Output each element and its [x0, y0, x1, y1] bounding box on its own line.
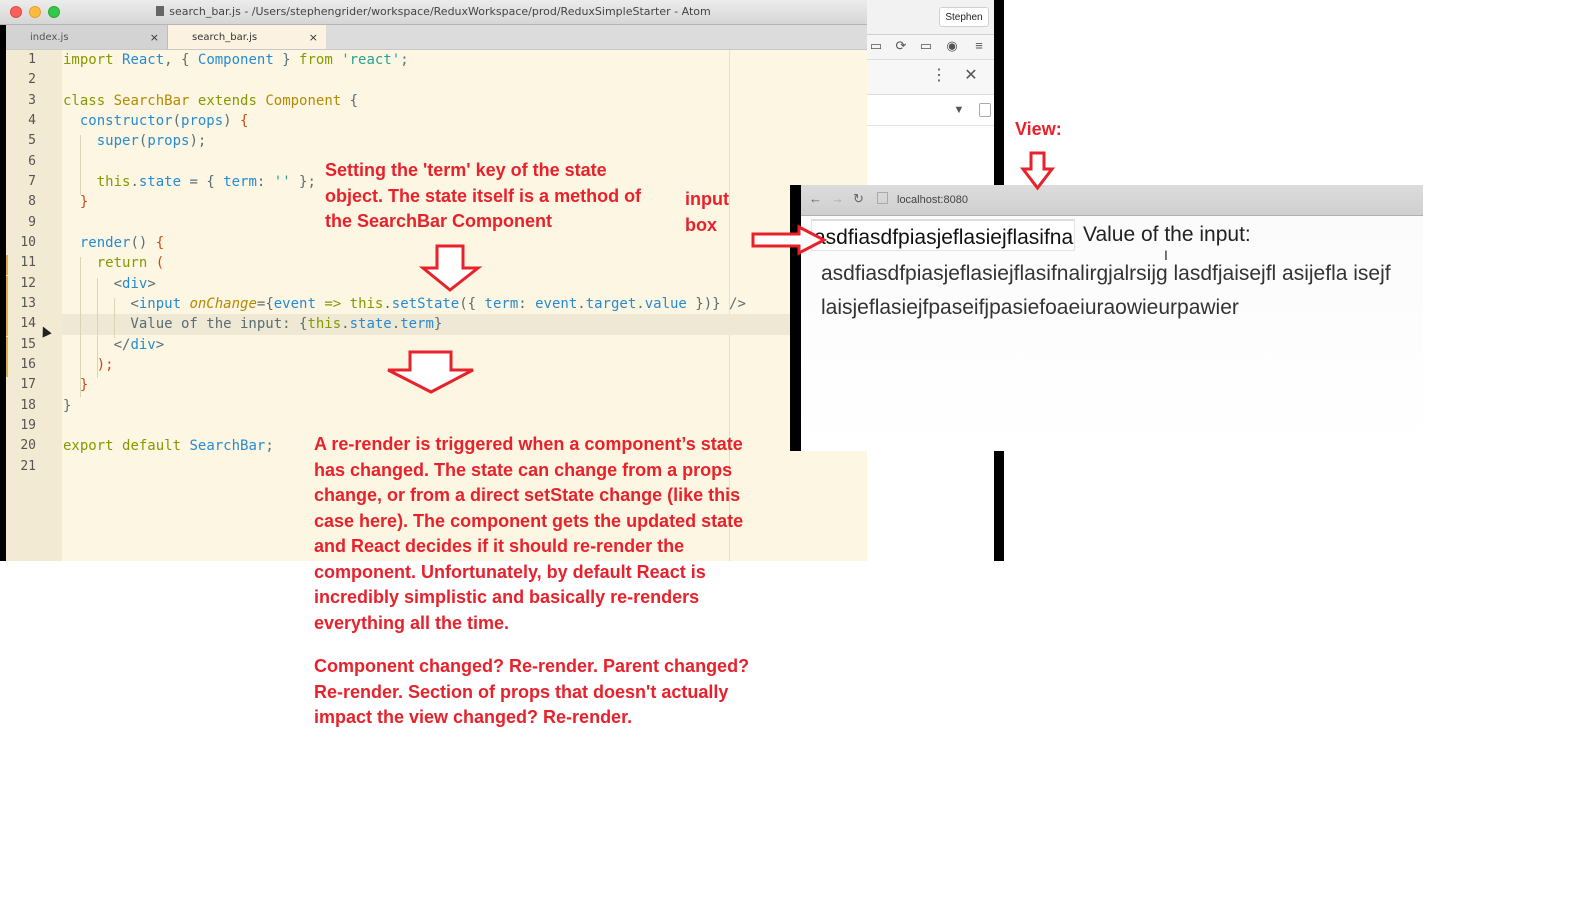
tab-label: search_bar.js [192, 32, 258, 43]
cast-icon[interactable]: ▭ [919, 39, 933, 53]
annotation-rerender-paragraph: A re-render is triggered when a componen… [314, 434, 744, 633]
annotation-state: Setting the 'term' key of the state obje… [325, 160, 642, 231]
close-icon[interactable]: × [309, 31, 318, 44]
line-number: 9 [28, 215, 36, 230]
line-number: 1 [28, 52, 36, 67]
code-line: constructor(props) { [79, 113, 249, 129]
line-number: 14 [20, 316, 36, 331]
code-line: ); [96, 357, 114, 373]
window-title: search_bar.js - /Users/stephengrider/wor… [0, 5, 867, 18]
url-text: localhost:8080 [897, 194, 968, 206]
dropdown-triangle-icon[interactable]: ▼ [952, 103, 966, 117]
browser-preview: ← → ↻ localhost:8080 asdfiasdfpiasjeflas… [790, 185, 1423, 451]
code-line: </div> [63, 337, 165, 353]
git-modified-marker [6, 357, 8, 377]
extension-icon[interactable]: ◉ [945, 39, 959, 53]
annotation-rerender-paragraph: Component changed? Re-render. Parent cha… [314, 656, 750, 727]
line-number: 5 [28, 133, 36, 148]
git-modified-marker [6, 276, 8, 296]
back-arrow-icon[interactable]: ← [809, 191, 822, 206]
window-title-text: search_bar.js - /Users/stephengrider/wor… [169, 5, 711, 18]
reload-icon[interactable]: ↻ [853, 191, 864, 207]
annotation-view: View: [1015, 119, 1062, 139]
code-line: super(props); [96, 133, 207, 149]
line-number: 3 [28, 93, 36, 108]
close-icon[interactable]: ✕ [964, 68, 978, 84]
page-body: asdfiasdfpiasjeflasiejflasifnalirgjalrsi… [801, 216, 1423, 451]
more-options-icon[interactable]: ⋮ [931, 68, 947, 84]
line-number: 21 [20, 459, 36, 474]
line-number-gutter: 1 2 3 4 5 6 7 8 9 10 11 12 13 14 15 16 1… [6, 50, 62, 561]
tab-bar: index.js × search_bar.js × [6, 25, 867, 50]
down-arrow-icon [387, 350, 474, 394]
value-label: Value of the input: [1083, 223, 1251, 246]
right-arrow-icon [751, 224, 828, 256]
url-field[interactable]: localhost:8080 [877, 190, 1417, 210]
git-modified-marker [6, 296, 8, 316]
line-number: 11 [20, 255, 36, 270]
code-line: import React, { Component } from 'react'… [63, 52, 409, 68]
close-icon[interactable]: × [150, 31, 159, 44]
title-bar: search_bar.js - /Users/stephengrider/wor… [0, 0, 867, 25]
code-line: } [79, 377, 89, 393]
tab-search-bar-js[interactable]: search_bar.js × [168, 25, 326, 49]
code-line: } [63, 398, 72, 414]
file-icon [156, 6, 165, 16]
code-line: } [79, 194, 89, 210]
forward-arrow-icon[interactable]: → [831, 191, 844, 206]
line-number: 13 [20, 296, 36, 311]
chrome-toolbar: ▭ ⟳ ▭ ◉ ≡ [867, 35, 994, 60]
line-number: 19 [20, 418, 36, 433]
line-number: 17 [20, 377, 36, 392]
code-line: export default SearchBar; [63, 438, 274, 454]
code-line: render() { [79, 235, 165, 251]
checkbox-icon[interactable] [979, 103, 991, 117]
line-number: 15 [20, 337, 36, 352]
profile-button[interactable]: Stephen [939, 7, 989, 27]
page-icon [877, 192, 888, 204]
menu-icon[interactable]: ≡ [972, 39, 986, 53]
git-modified-marker [6, 316, 8, 336]
code-line: class SearchBar extends Component { [63, 93, 359, 109]
line-number: 8 [28, 194, 36, 209]
line-number: 10 [20, 235, 36, 250]
down-arrow-icon [418, 244, 483, 292]
annotation-input-box: input box [685, 189, 729, 235]
devtools-header: ⋮ ✕ [867, 60, 994, 95]
line-number: 16 [20, 357, 36, 372]
refresh-extension-icon[interactable]: ⟳ [894, 39, 908, 53]
tab-label: index.js [30, 32, 69, 43]
browser-address-bar: ← → ↻ localhost:8080 [801, 185, 1423, 216]
cast-icon[interactable]: ▭ [869, 39, 883, 53]
line-number: 6 [28, 154, 36, 169]
annotation-rerender: A re-render is triggered when a componen… [314, 432, 754, 749]
git-modified-marker [6, 255, 8, 275]
search-input-value: asdfiasdfpiasjeflasiejflasifnalirgjalrsi… [814, 226, 1075, 249]
line-number: 7 [28, 174, 36, 189]
code-line: Value of the input: {this.state.term} [63, 316, 443, 332]
search-input[interactable]: asdfiasdfpiasjeflasiejflasifnalirgjalrsi… [811, 219, 1075, 251]
chrome-tab-strip: Stephen [867, 0, 994, 35]
line-number: 18 [20, 398, 36, 413]
tab-index-js[interactable]: index.js × [6, 25, 168, 49]
line-number: 12 [20, 276, 36, 291]
code-line: return ( [96, 255, 165, 271]
line-number: 2 [28, 72, 36, 87]
line-number: 20 [20, 438, 36, 453]
devtools-filter-row: ▼ [867, 95, 994, 126]
value-output: asdfiasdfpiasjeflasiejflasifnalirgjalrsi… [821, 262, 1391, 319]
down-arrow-icon [1019, 151, 1056, 191]
git-modified-marker [6, 337, 8, 357]
code-line: this.state = { term: '' }; [96, 174, 316, 190]
code-line: <input onChange={event => this.setState(… [63, 296, 746, 312]
code-line: <div> [63, 276, 156, 292]
line-number: 4 [28, 113, 36, 128]
